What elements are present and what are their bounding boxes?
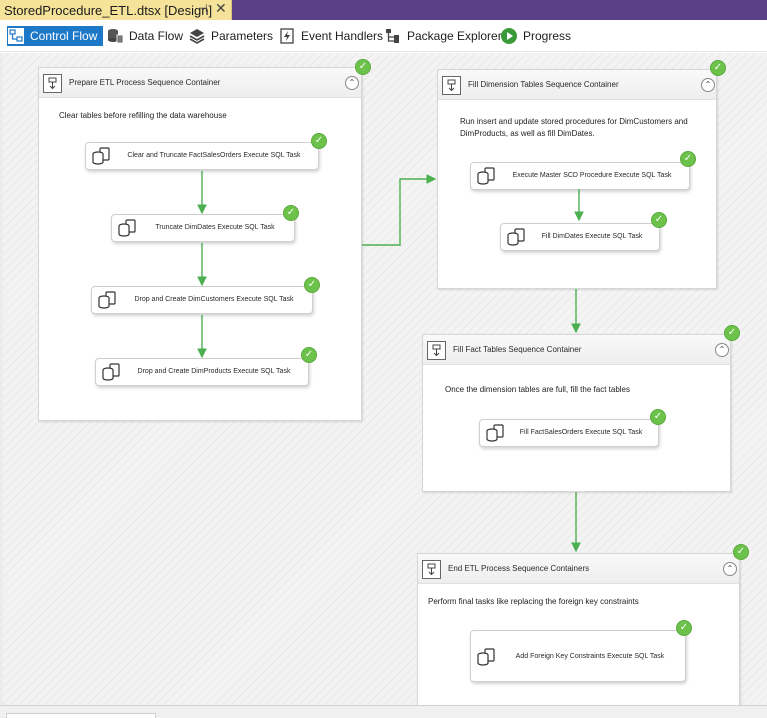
tab-event-handlers[interactable]: Event Handlers bbox=[278, 26, 383, 46]
tab-event-handlers-label: Event Handlers bbox=[301, 29, 384, 43]
status-bar bbox=[0, 705, 767, 718]
package-explorer-icon bbox=[384, 27, 402, 45]
success-check-icon: ✓ bbox=[651, 212, 667, 228]
control-flow-canvas[interactable]: Prepare ETL Process Sequence Container ⌃… bbox=[0, 53, 767, 705]
designer-tab-bar: Control Flow Data Flow Parameters Event … bbox=[0, 20, 767, 52]
control-flow-icon bbox=[7, 27, 25, 45]
tab-progress-label: Progress bbox=[523, 29, 572, 43]
tab-progress[interactable]: Progress bbox=[500, 26, 571, 46]
event-handlers-icon bbox=[278, 27, 296, 45]
success-check-icon: ✓ bbox=[311, 133, 327, 149]
close-icon[interactable]: ✕ bbox=[215, 0, 227, 17]
parameters-icon bbox=[188, 27, 206, 45]
tab-parameters-label: Parameters bbox=[211, 29, 274, 43]
progress-icon bbox=[500, 27, 518, 45]
tab-package-explorer-label: Package Explorer bbox=[407, 29, 502, 43]
success-check-icon: ✓ bbox=[680, 151, 696, 167]
connection-managers-tab[interactable] bbox=[6, 713, 156, 718]
document-tab[interactable]: StoredProcedure_ETL.dtsx [Design] ⊣ ✕ bbox=[0, 0, 232, 20]
success-check-icon: ✓ bbox=[304, 277, 320, 293]
tab-control-flow-label: Control Flow bbox=[30, 29, 98, 43]
tab-data-flow[interactable]: Data Flow bbox=[106, 26, 183, 46]
tab-control-flow[interactable]: Control Flow bbox=[7, 26, 104, 46]
success-check-icon: ✓ bbox=[283, 205, 299, 221]
data-flow-icon bbox=[106, 27, 124, 45]
success-check-icon: ✓ bbox=[650, 409, 666, 425]
document-tab-title: StoredProcedure_ETL.dtsx [Design] bbox=[4, 2, 213, 18]
success-check-icon: ✓ bbox=[301, 347, 317, 363]
success-check-icon: ✓ bbox=[710, 60, 726, 76]
success-check-icon: ✓ bbox=[724, 325, 740, 341]
success-check-icon: ✓ bbox=[733, 544, 749, 560]
tab-package-explorer[interactable]: Package Explorer bbox=[384, 26, 502, 46]
pin-icon[interactable]: ⊣ bbox=[198, 2, 208, 15]
canvas-left-edge bbox=[0, 53, 3, 705]
precedence-constraints bbox=[197, 171, 584, 553]
success-check-icon: ✓ bbox=[676, 620, 692, 636]
title-bar: StoredProcedure_ETL.dtsx [Design] ⊣ ✕ bbox=[0, 0, 767, 20]
tab-parameters[interactable]: Parameters bbox=[188, 26, 273, 46]
tab-data-flow-label: Data Flow bbox=[129, 29, 184, 43]
success-check-icon: ✓ bbox=[355, 59, 371, 75]
precedence-arrow bbox=[362, 174, 437, 246]
